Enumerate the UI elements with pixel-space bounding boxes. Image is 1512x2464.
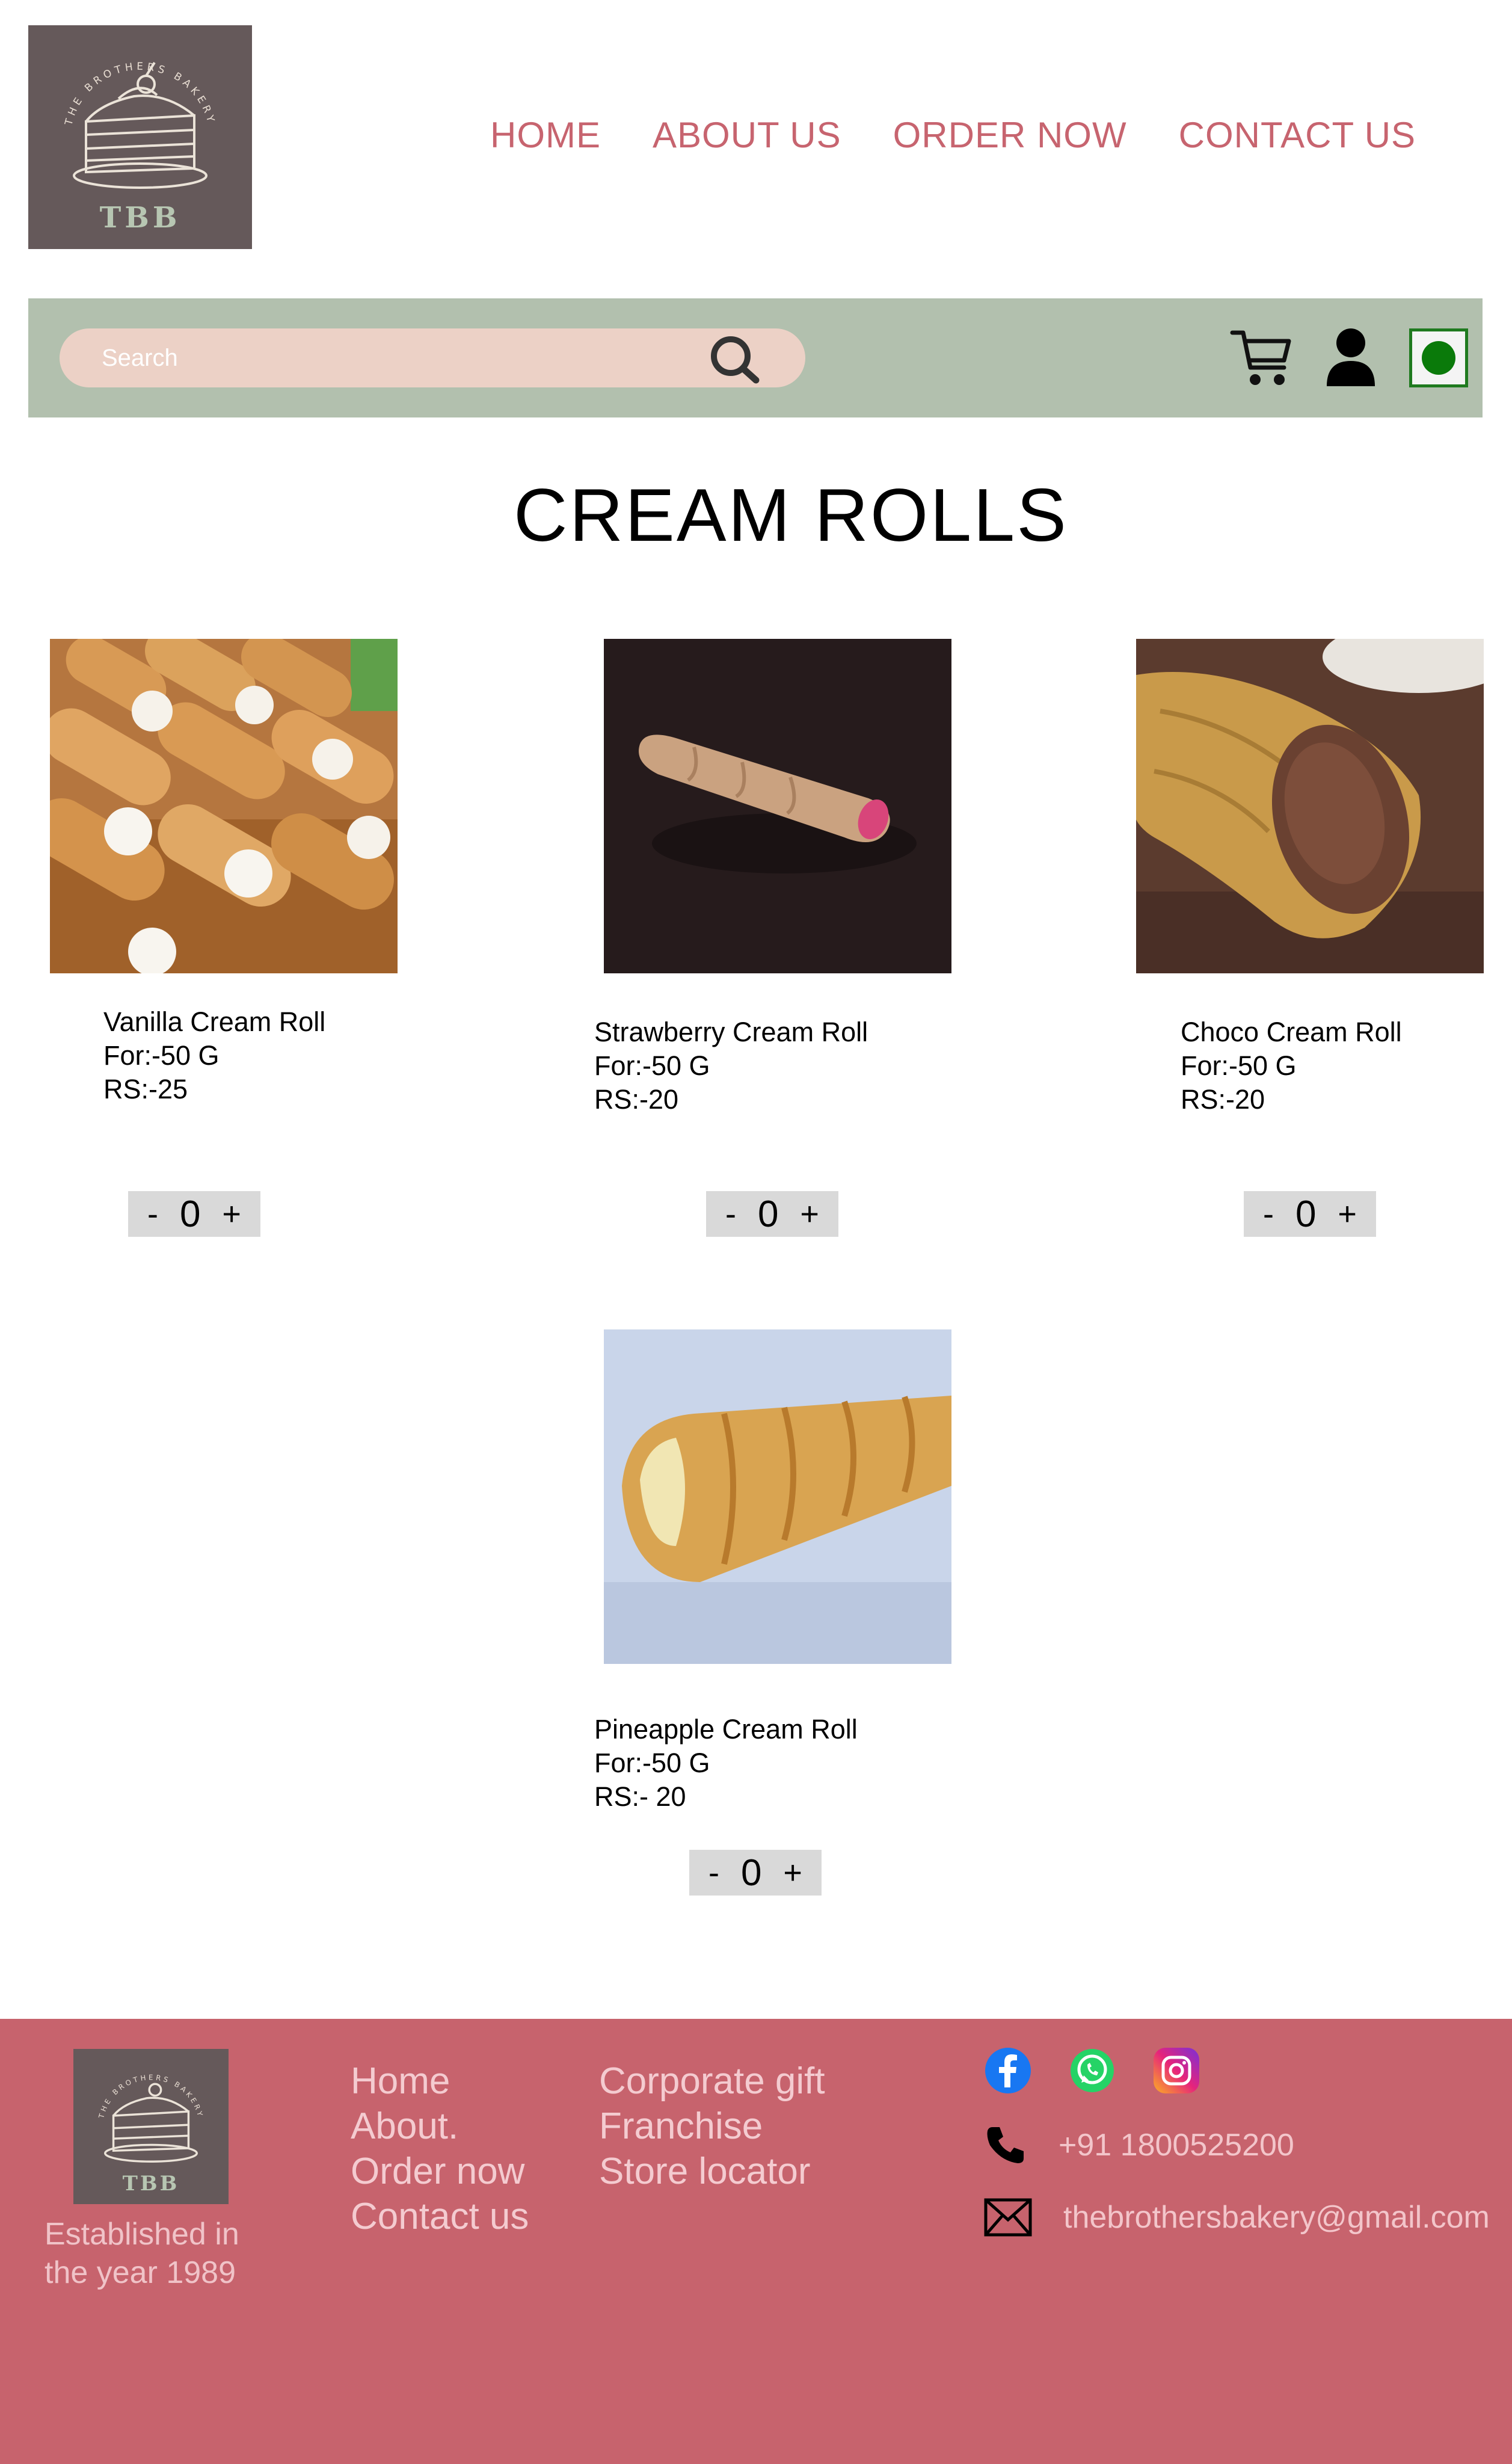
- product-name[interactable]: Choco Cream Roll: [1181, 1015, 1402, 1049]
- product-name[interactable]: Vanilla Cream Roll: [103, 1005, 325, 1039]
- main-nav: HOME ABOUT US ORDER NOW CONTACT US: [490, 114, 1416, 156]
- decrease-button[interactable]: -: [147, 1195, 158, 1233]
- product-image-vanilla[interactable]: [50, 639, 398, 973]
- footer-links-main: Home About. Order now Contact us: [351, 2059, 529, 2239]
- product-info-vanilla: Vanilla Cream Roll For:-50 G RS:-25: [103, 1005, 325, 1106]
- product-info-strawberry: Strawberry Cream Roll For:-50 G RS:-20: [594, 1015, 868, 1116]
- product-weight: For:-50 G: [594, 1748, 710, 1778]
- footer-phone[interactable]: +91 1800525200: [984, 2124, 1294, 2167]
- footer-link-home[interactable]: Home: [351, 2059, 529, 2104]
- footer-link-store-locator[interactable]: Store locator: [599, 2149, 825, 2194]
- page-title: CREAM ROLLS: [514, 474, 1068, 557]
- product-price: RS:-20: [594, 1084, 679, 1115]
- product-info-pineapple: Pineapple Cream Roll For:-50 G RS:- 20: [594, 1713, 858, 1814]
- phone-number[interactable]: +91 1800525200: [1059, 2127, 1294, 2163]
- product-price: RS:-20: [1181, 1084, 1265, 1115]
- whatsapp-icon[interactable]: [1068, 2047, 1116, 2095]
- established-text: Established in the year 1989: [45, 2217, 239, 2290]
- cart-icon[interactable]: [1230, 325, 1292, 390]
- nav-order-now[interactable]: ORDER NOW: [893, 114, 1127, 156]
- product-image-choco[interactable]: [1136, 639, 1484, 973]
- quantity-value: 0: [1295, 1193, 1317, 1235]
- phone-icon: [987, 2127, 1024, 2163]
- instagram-icon[interactable]: [1152, 2047, 1200, 2095]
- product-name[interactable]: Strawberry Cream Roll: [594, 1015, 868, 1049]
- footer-link-corporate-gift[interactable]: Corporate gift: [599, 2059, 825, 2104]
- product-weight: For:-50 G: [1181, 1050, 1297, 1081]
- decrease-button[interactable]: -: [708, 1854, 719, 1891]
- nav-about-us[interactable]: ABOUT US: [653, 114, 841, 156]
- logo-monogram: TBB: [122, 2172, 180, 2196]
- user-icon[interactable]: [1324, 327, 1377, 386]
- search-icon[interactable]: [708, 333, 762, 384]
- quantity-value: 0: [179, 1193, 201, 1235]
- decrease-button[interactable]: -: [1263, 1195, 1274, 1233]
- nav-home[interactable]: HOME: [490, 114, 601, 156]
- footer-link-contact-us[interactable]: Contact us: [351, 2194, 529, 2239]
- product-weight: For:-50 G: [103, 1040, 220, 1071]
- product-name[interactable]: Pineapple Cream Roll: [594, 1713, 858, 1746]
- site-footer: THE BROTHERS BAKERY TBB Established in t…: [0, 2019, 1512, 2464]
- logo-monogram: TBB: [99, 201, 181, 235]
- footer-logo[interactable]: THE BROTHERS BAKERY TBB: [73, 2049, 229, 2204]
- product-weight: For:-50 G: [594, 1050, 710, 1081]
- toolbar-strip: [28, 298, 1483, 417]
- increase-button[interactable]: +: [1338, 1195, 1357, 1233]
- increase-button[interactable]: +: [800, 1195, 819, 1233]
- quantity-stepper-strawberry: - 0 +: [706, 1191, 838, 1237]
- brand-logo[interactable]: THE BROTHERS BAKERY TBB: [28, 25, 252, 249]
- product-image-pineapple[interactable]: [604, 1329, 951, 1664]
- email-address[interactable]: thebrothersbakery@gmail.com: [1063, 2199, 1490, 2235]
- quantity-stepper-choco: - 0 +: [1244, 1191, 1376, 1237]
- mail-icon: [984, 2198, 1032, 2237]
- quantity-value: 0: [740, 1852, 762, 1894]
- facebook-icon[interactable]: [984, 2047, 1032, 2095]
- decrease-button[interactable]: -: [725, 1195, 736, 1233]
- increase-button[interactable]: +: [783, 1854, 802, 1891]
- increase-button[interactable]: +: [222, 1195, 241, 1233]
- veg-mark-icon: [1409, 328, 1468, 387]
- product-image-strawberry[interactable]: [604, 639, 951, 973]
- search-bar: [60, 328, 805, 387]
- footer-links-business: Corporate gift Franchise Store locator: [599, 2059, 825, 2194]
- quantity-stepper-pineapple: - 0 +: [689, 1850, 822, 1896]
- nav-contact-us[interactable]: CONTACT US: [1179, 114, 1416, 156]
- search-input[interactable]: [60, 328, 805, 387]
- footer-email[interactable]: thebrothersbakery@gmail.com: [984, 2198, 1490, 2237]
- footer-link-order-now[interactable]: Order now: [351, 2149, 529, 2194]
- quantity-value: 0: [757, 1193, 779, 1235]
- product-price: RS:-25: [103, 1074, 188, 1104]
- footer-link-franchise[interactable]: Franchise: [599, 2104, 825, 2149]
- product-info-choco: Choco Cream Roll For:-50 G RS:-20: [1181, 1015, 1402, 1116]
- quantity-stepper-vanilla: - 0 +: [128, 1191, 260, 1237]
- product-price: RS:- 20: [594, 1781, 686, 1812]
- footer-link-about[interactable]: About.: [351, 2104, 529, 2149]
